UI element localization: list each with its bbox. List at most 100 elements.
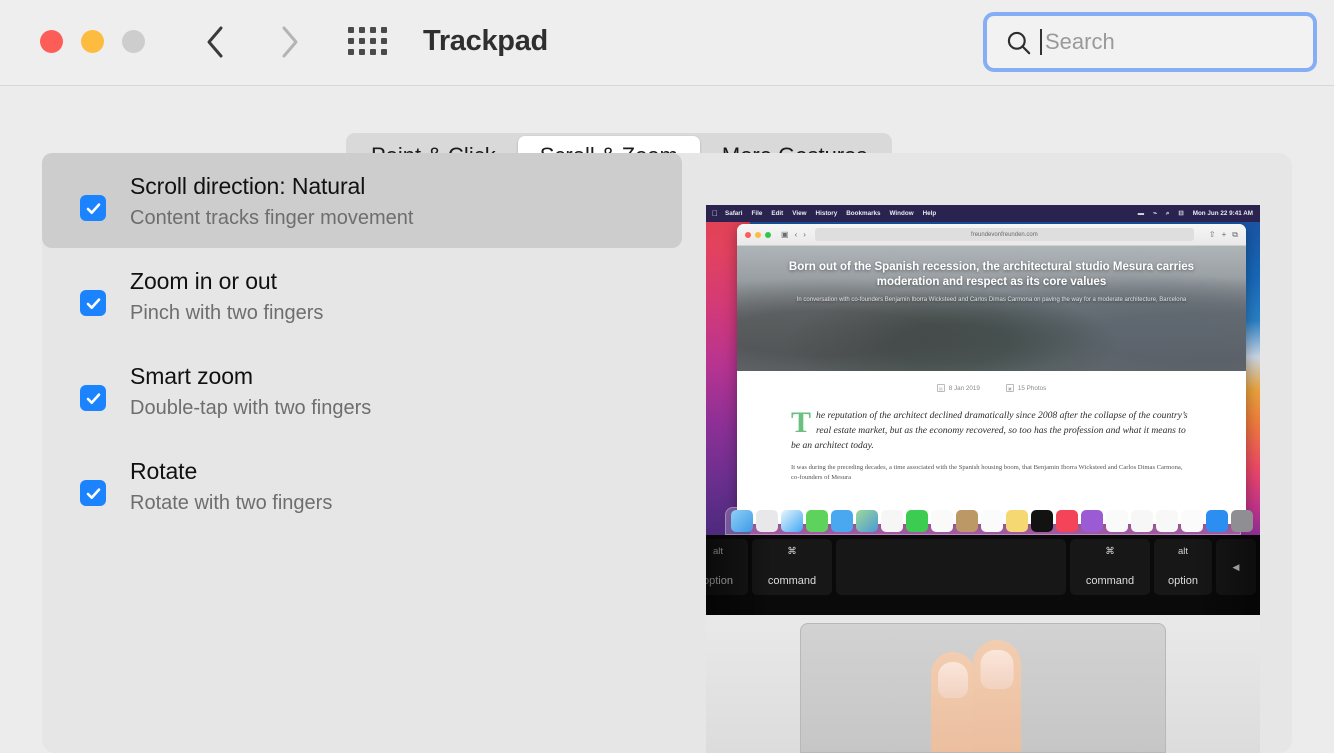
close-button[interactable] [40, 30, 63, 53]
menu-item-history[interactable]: History [816, 210, 838, 217]
safari-back-icon[interactable]: ‹ [795, 230, 798, 239]
appletv-icon[interactable] [1031, 510, 1053, 532]
article-dropcap: T [791, 406, 812, 439]
option-key-left[interactable]: alt option [706, 539, 748, 595]
search-icon[interactable]: ⌕ [1166, 210, 1170, 218]
battery-icon[interactable]: ▬ [1138, 210, 1144, 217]
new-tab-icon[interactable]: + [1222, 230, 1227, 239]
option-row-scroll-direction[interactable]: Scroll direction: Natural Content tracks… [42, 153, 682, 248]
key-lower-label: command [767, 575, 817, 587]
facetime-icon[interactable] [906, 510, 928, 532]
key-lower-label: option [1168, 575, 1198, 587]
search-input[interactable] [1045, 29, 1285, 55]
show-all-grid-icon[interactable] [348, 27, 394, 57]
pages-icon[interactable] [1181, 510, 1203, 532]
contacts-icon[interactable] [956, 510, 978, 532]
photos-icon[interactable] [881, 510, 903, 532]
share-icon[interactable]: ⇧ [1209, 230, 1216, 239]
numbers-icon[interactable] [1156, 510, 1178, 532]
wifi-icon[interactable]: ⌁ [1153, 210, 1157, 217]
menu-item-edit[interactable]: Edit [771, 210, 783, 217]
search-field[interactable] [983, 12, 1317, 72]
key-upper-label: ⌘ [787, 546, 797, 557]
option-title: Scroll direction: Natural [130, 173, 366, 199]
safari-zoom-button[interactable] [765, 231, 771, 238]
preview-safari-window: ▣ ‹ › freundevonfreunden.com ⇧ + ⧉ Born … [737, 224, 1246, 524]
news-icon[interactable] [1106, 510, 1128, 532]
preview-keyboard: alt option ⌘ command ⌘ command alt optio… [706, 535, 1260, 615]
sidebar-toggle-icon[interactable]: ▣ [781, 230, 789, 239]
safari-icon[interactable] [781, 510, 803, 532]
reminders-icon[interactable] [981, 510, 1003, 532]
checkbox-zoom-in-or-out[interactable] [80, 290, 106, 316]
safari-url-field[interactable]: freundevonfreunden.com [814, 228, 1194, 241]
article-date: 8 Jan 2019 [948, 384, 980, 392]
fingernail [938, 662, 968, 698]
control-center-icon[interactable]: ⊟ [1178, 210, 1183, 217]
fingernail [980, 650, 1014, 689]
menu-item-file[interactable]: File [752, 210, 763, 217]
safari-minimize-button[interactable] [755, 231, 761, 238]
finger-one [931, 652, 975, 752]
apple-menu-icon[interactable]:  [712, 209, 718, 218]
settings-panel: Scroll direction: Natural Content tracks… [42, 153, 1292, 753]
menu-item-bookmarks[interactable]: Bookmarks [846, 210, 880, 217]
checkbox-rotate[interactable] [80, 480, 106, 506]
mail-icon[interactable] [831, 510, 853, 532]
forward-button[interactable] [268, 20, 312, 64]
menu-item-view[interactable]: View [792, 210, 806, 217]
space-key[interactable] [836, 539, 1066, 595]
appstore-icon[interactable] [1206, 510, 1228, 532]
checkmark-icon [86, 297, 100, 309]
calendar-icon[interactable] [931, 510, 953, 532]
notes-icon[interactable] [1006, 510, 1028, 532]
option-subtitle: Rotate with two fingers [130, 492, 333, 514]
music-icon[interactable] [1056, 510, 1078, 532]
article-lede-text: he reputation of the architect declined … [791, 410, 1188, 451]
system-preferences-icon[interactable] [1231, 510, 1253, 532]
safari-toolbar: ▣ ‹ › freundevonfreunden.com ⇧ + ⧉ [737, 224, 1246, 246]
finder-icon[interactable] [731, 510, 753, 532]
calendar-icon: ▤ [936, 384, 945, 392]
key-lower-label: ◀ [1232, 561, 1240, 572]
menu-item-window[interactable]: Window [890, 210, 914, 217]
preview-menubar:  Safari File Edit View History Bookmark… [706, 205, 1260, 222]
hero-subline: In conversation with co-founders Benjami… [796, 297, 1187, 303]
key-lower-label: option [706, 575, 733, 587]
minimize-button[interactable] [81, 30, 104, 53]
messages-icon[interactable] [806, 510, 828, 532]
option-key-right[interactable]: alt option [1154, 539, 1212, 595]
back-button[interactable] [193, 20, 237, 64]
text-caret [1040, 29, 1042, 55]
menu-item-help[interactable]: Help [923, 210, 937, 217]
safari-close-button[interactable] [745, 231, 751, 238]
option-row-rotate[interactable]: Rotate Rotate with two fingers [42, 438, 682, 533]
option-subtitle: Content tracks finger movement [130, 207, 414, 229]
checkbox-smart-zoom[interactable] [80, 385, 106, 411]
command-key-left[interactable]: ⌘ command [752, 539, 832, 595]
traffic-lights [40, 30, 145, 53]
maps-icon[interactable] [856, 510, 878, 532]
left-arrow-key[interactable]: ◀ [1216, 539, 1256, 595]
podcasts-icon[interactable] [1081, 510, 1103, 532]
menu-item-safari[interactable]: Safari [725, 210, 743, 217]
zoom-button[interactable] [122, 30, 145, 53]
article-paragraph: It was during the preceding decades, a t… [791, 464, 1183, 481]
safari-forward-icon[interactable]: › [803, 230, 806, 239]
launchpad-icon[interactable] [756, 510, 778, 532]
command-key-right[interactable]: ⌘ command [1070, 539, 1150, 595]
option-row-zoom-in-or-out[interactable]: Zoom in or out Pinch with two fingers [42, 248, 682, 343]
checkmark-icon [86, 487, 100, 499]
chevron-left-icon [207, 26, 223, 58]
key-upper-label: alt [1177, 546, 1189, 557]
checkbox-scroll-direction[interactable] [80, 195, 106, 221]
article-hero: Born out of the Spanish recession, the a… [737, 246, 1246, 371]
tab-overview-icon[interactable]: ⧉ [1232, 230, 1238, 240]
option-row-smart-zoom[interactable]: Smart zoom Double-tap with two fingers [42, 343, 682, 438]
key-lower-label: command [1085, 575, 1135, 587]
menubar-clock[interactable]: Mon Jun 22 9:41 AM [1193, 210, 1253, 217]
option-title: Rotate [130, 458, 198, 484]
keynote-icon[interactable] [1131, 510, 1153, 532]
option-title: Smart zoom [130, 363, 253, 389]
search-icon [1007, 31, 1031, 54]
